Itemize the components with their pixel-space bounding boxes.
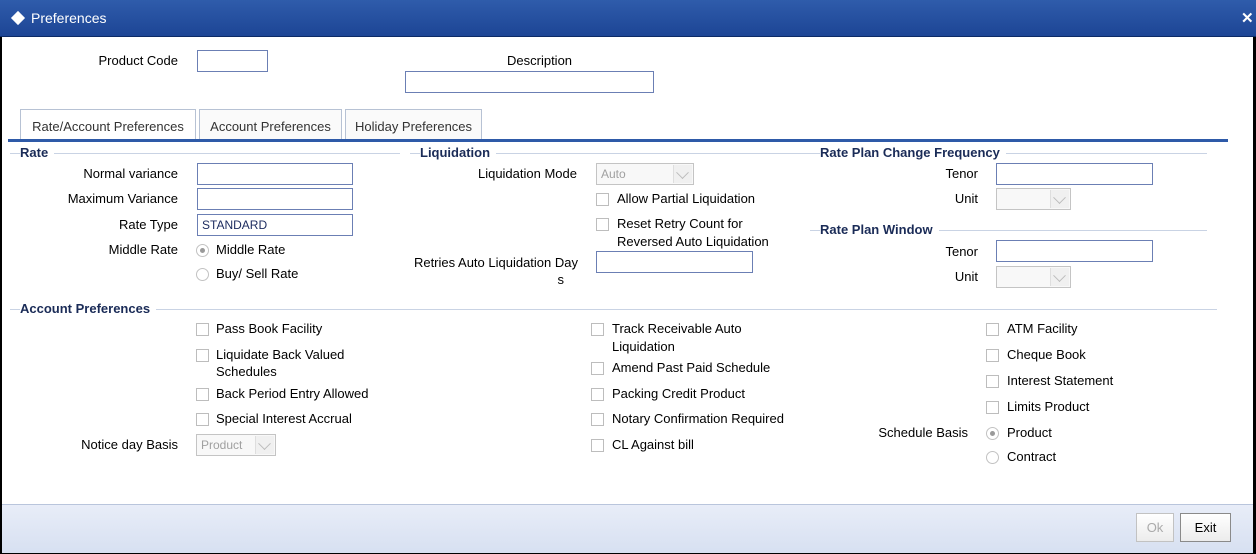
amend-past-paid-label: Amend Past Paid Schedule (612, 360, 771, 375)
normal-variance-label: Normal variance (83, 166, 178, 181)
notary-confirmation-checkbox[interactable] (591, 413, 604, 426)
retries-auto-liquidation-input[interactable] (596, 251, 753, 273)
cl-against-bill-checkbox[interactable] (591, 439, 604, 452)
rate-plan-change-section-title: Rate Plan Change Frequency (820, 145, 1006, 160)
notary-confirmation-label: Notary Confirmation Required (612, 411, 784, 426)
packing-credit-checkbox[interactable] (591, 388, 604, 401)
ok-button[interactable]: Ok (1136, 513, 1174, 542)
track-receivable-label-line2: Liquidation (612, 339, 675, 354)
rate-plan-window-unit-select[interactable] (996, 266, 1071, 288)
limits-product-checkbox[interactable] (986, 401, 999, 414)
close-icon[interactable]: ✕ (1241, 9, 1254, 27)
interest-statement-label: Interest Statement (1007, 373, 1114, 388)
chevron-down-icon (673, 165, 692, 183)
special-interest-accrual-checkbox[interactable] (196, 413, 209, 426)
cheque-book-checkbox[interactable] (986, 349, 999, 362)
maximum-variance-label: Maximum Variance (67, 191, 178, 206)
special-interest-accrual-label: Special Interest Accrual (216, 411, 352, 426)
footer-bar (2, 504, 1253, 553)
rate-plan-change-tenor-input[interactable] (996, 163, 1153, 185)
rate-type-label: Rate Type (118, 217, 178, 232)
exit-button[interactable]: Exit (1180, 513, 1231, 542)
product-code-input[interactable] (197, 50, 268, 72)
limits-product-label: Limits Product (1007, 399, 1090, 414)
rate-plan-change-unit-label: Unit (954, 191, 978, 206)
retries-auto-liquidation-label-line2: s (557, 272, 565, 287)
rate-type-input[interactable]: STANDARD (197, 214, 353, 236)
cl-against-bill-label: CL Against bill (612, 437, 694, 452)
liquidation-mode-select[interactable]: Auto (596, 163, 694, 185)
window-icon (10, 10, 26, 26)
account-preferences-section-line (10, 309, 1217, 310)
pass-book-facility-checkbox[interactable] (196, 323, 209, 336)
account-preferences-section-title: Account Preferences (20, 301, 157, 316)
product-code-label: Product Code (98, 53, 179, 68)
notice-day-basis-select[interactable]: Product (196, 434, 276, 456)
buy-sell-rate-radio[interactable] (196, 268, 209, 281)
rate-section-title: Rate (20, 145, 55, 160)
reset-retry-count-label-line1: Reset Retry Count for (617, 216, 743, 231)
description-label: Description (507, 53, 573, 68)
middle-rate-option-label: Middle Rate (216, 242, 286, 257)
liquidation-mode-label: Liquidation Mode (477, 166, 577, 181)
tab-rate-account-preferences[interactable]: Rate/Account Preferences (20, 109, 196, 141)
title-bar: Preferences ✕ (0, 0, 1256, 37)
amend-past-paid-checkbox[interactable] (591, 362, 604, 375)
schedule-basis-label: Schedule Basis (878, 425, 968, 440)
atm-facility-checkbox[interactable] (986, 323, 999, 336)
liquidate-back-valued-checkbox[interactable] (196, 349, 209, 362)
interest-statement-checkbox[interactable] (986, 375, 999, 388)
rate-plan-window-unit-label: Unit (954, 269, 978, 284)
schedule-basis-contract-radio[interactable] (986, 451, 999, 464)
chevron-down-icon (1050, 268, 1069, 286)
schedule-basis-product-label: Product (1007, 425, 1052, 440)
normal-variance-input[interactable] (197, 163, 353, 185)
allow-partial-liquidation-label: Allow Partial Liquidation (617, 191, 756, 206)
back-period-entry-checkbox[interactable] (196, 388, 209, 401)
reset-retry-count-label-line2: Reversed Auto Liquidation (617, 234, 769, 249)
tab-underline (8, 139, 1228, 142)
atm-facility-label: ATM Facility (1007, 321, 1078, 336)
middle-rate-label: Middle Rate (108, 242, 178, 257)
allow-partial-liquidation-checkbox[interactable] (596, 193, 609, 206)
notice-day-basis-value: Product (201, 438, 243, 452)
liquidate-back-valued-label-line2: Schedules (216, 364, 277, 379)
schedule-basis-product-radio[interactable] (986, 427, 999, 440)
tab-account-preferences[interactable]: Account Preferences (199, 109, 342, 141)
pass-book-facility-label: Pass Book Facility (216, 321, 323, 336)
liquidate-back-valued-label-line1: Liquidate Back Valued (216, 347, 345, 362)
schedule-basis-contract-label: Contract (1007, 449, 1057, 464)
retries-auto-liquidation-label-line1: Retries Auto Liquidation Day (413, 255, 578, 270)
rate-plan-change-tenor-label: Tenor (945, 166, 978, 181)
packing-credit-label: Packing Credit Product (612, 386, 745, 401)
liquidation-mode-value: Auto (601, 167, 626, 181)
liquidation-section-title: Liquidation (420, 145, 497, 160)
maximum-variance-input[interactable] (197, 188, 353, 210)
rate-section-line (10, 153, 400, 154)
rate-plan-window-tenor-label: Tenor (945, 244, 978, 259)
rate-plan-change-unit-select[interactable] (996, 188, 1071, 210)
chevron-down-icon (255, 436, 274, 454)
reset-retry-count-checkbox[interactable] (596, 218, 609, 231)
rate-plan-window-tenor-input[interactable] (996, 240, 1153, 262)
notice-day-basis-label: Notice day Basis (81, 437, 178, 452)
cheque-book-label: Cheque Book (1007, 347, 1086, 362)
rate-plan-window-section-title: Rate Plan Window (820, 222, 939, 237)
middle-rate-radio[interactable] (196, 244, 209, 257)
buy-sell-rate-option-label: Buy/ Sell Rate (216, 266, 299, 281)
track-receivable-label-line1: Track Receivable Auto (612, 321, 742, 336)
description-input[interactable] (405, 71, 654, 93)
track-receivable-checkbox[interactable] (591, 323, 604, 336)
tab-holiday-preferences[interactable]: Holiday Preferences (345, 109, 482, 141)
window-title: Preferences (31, 10, 107, 26)
chevron-down-icon (1050, 190, 1069, 208)
back-period-entry-label: Back Period Entry Allowed (216, 386, 369, 401)
